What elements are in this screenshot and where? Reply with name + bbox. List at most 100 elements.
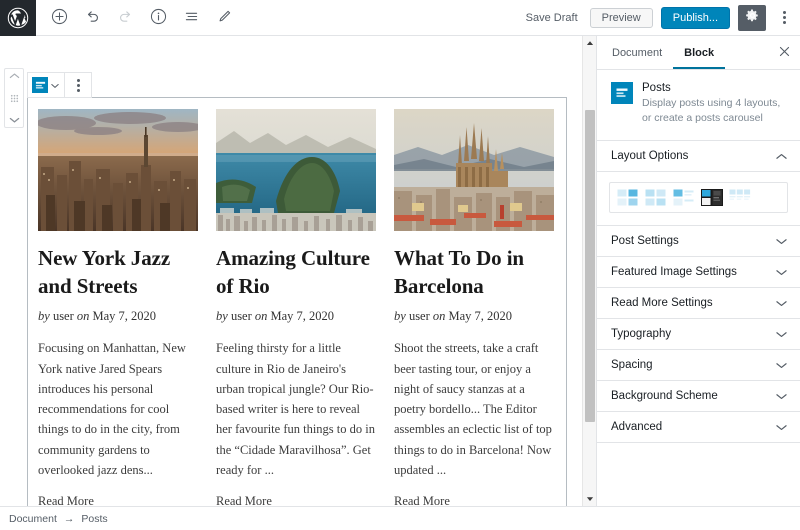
panel-read-more-settings[interactable]: Read More Settings xyxy=(597,288,800,320)
panel-advanced[interactable]: Advanced xyxy=(597,412,800,444)
on-label: on xyxy=(254,309,268,324)
post-title[interactable]: Amazing Culture of Rio xyxy=(216,245,376,300)
read-more-link[interactable]: Read More xyxy=(216,494,376,506)
panel-label: Read More Settings xyxy=(611,297,713,310)
block-toolbar xyxy=(27,72,92,98)
sidebar-tabs: Document Block xyxy=(597,36,800,70)
layout-option-4[interactable] xyxy=(701,189,723,207)
by-label: by xyxy=(38,309,50,324)
post-title[interactable]: New York Jazz and Streets xyxy=(38,245,198,300)
block-card-text: Posts Display posts using 4 layouts, or … xyxy=(642,82,788,126)
by-label: by xyxy=(216,309,228,324)
layout-option-5[interactable] xyxy=(729,189,751,206)
move-block-up-button[interactable] xyxy=(9,72,20,80)
pencil-icon xyxy=(216,8,233,28)
on-label: on xyxy=(76,309,90,324)
plus-circle-icon xyxy=(51,8,68,28)
panel-featured-image-settings[interactable]: Featured Image Settings xyxy=(597,257,800,289)
more-menu-button[interactable] xyxy=(774,5,794,31)
read-more-link[interactable]: Read More xyxy=(38,494,198,506)
info-circle-icon xyxy=(150,8,167,28)
header-tools xyxy=(36,0,235,36)
posts-grid: New York Jazz and Streets by user on May… xyxy=(28,98,566,506)
breadcrumb-document[interactable]: Document xyxy=(9,513,57,525)
post-author: user xyxy=(52,309,74,324)
post-excerpt: Focusing on Manhattan, New York native J… xyxy=(38,341,186,477)
panel-typography[interactable]: Typography xyxy=(597,319,800,351)
panel-background-scheme[interactable]: Background Scheme xyxy=(597,381,800,413)
wordpress-logo-button[interactable] xyxy=(0,0,36,36)
panel-label: Typography xyxy=(611,328,672,341)
tab-block[interactable]: Block xyxy=(673,38,726,69)
post-date: May 7, 2020 xyxy=(448,309,513,324)
settings-sidebar: Document Block Posts Display posts using… xyxy=(596,36,800,506)
editor-header: Save Draft Preview Publish... xyxy=(0,0,800,36)
panel-label: Featured Image Settings xyxy=(611,266,737,279)
panel-label: Layout Options xyxy=(611,150,689,163)
breadcrumb-separator: → xyxy=(63,512,75,525)
drag-handle-icon[interactable] xyxy=(9,93,20,104)
post-excerpt: Feeling thirsty for a little culture in … xyxy=(216,341,375,477)
scroll-up-button[interactable] xyxy=(583,36,596,50)
breadcrumb-posts[interactable]: Posts xyxy=(81,513,107,525)
layout-options-body xyxy=(597,172,800,227)
settings-toggle-button[interactable] xyxy=(738,4,766,31)
posts-block[interactable]: New York Jazz and Streets by user on May… xyxy=(27,97,567,506)
move-block-down-button[interactable] xyxy=(9,116,20,124)
block-type-button[interactable] xyxy=(28,73,65,97)
post-item: Amazing Culture of Rio by user on May 7,… xyxy=(216,109,376,506)
chevron-down-icon xyxy=(776,331,787,338)
panel-post-settings[interactable]: Post Settings xyxy=(597,226,800,258)
chevron-down-icon xyxy=(776,424,787,431)
block-more-options-button[interactable] xyxy=(65,73,91,97)
chevron-down-icon xyxy=(776,393,787,400)
post-excerpt: Shoot the streets, take a craft beer tas… xyxy=(394,341,552,477)
block-card-description: Display posts using 4 layouts, or create… xyxy=(642,97,781,125)
layout-option-2[interactable] xyxy=(645,189,667,206)
post-thumbnail[interactable] xyxy=(38,109,198,231)
save-draft-button[interactable]: Save Draft xyxy=(522,12,582,24)
post-title[interactable]: What To Do in Barcelona xyxy=(394,245,554,300)
chevron-down-icon xyxy=(776,269,787,276)
chevron-down-icon xyxy=(776,362,787,369)
post-item: What To Do in Barcelona by user on May 7… xyxy=(394,109,554,506)
undo-arrow-icon xyxy=(84,8,101,28)
post-thumbnail[interactable] xyxy=(216,109,376,231)
chevron-down-icon xyxy=(776,238,787,245)
layout-option-3[interactable] xyxy=(673,189,695,206)
header-actions: Save Draft Preview Publish... xyxy=(522,0,800,36)
chevron-up-icon xyxy=(776,153,787,160)
vertical-ellipsis-icon xyxy=(782,11,786,24)
publish-button[interactable]: Publish... xyxy=(660,6,730,29)
read-more-link[interactable]: Read More xyxy=(394,494,554,506)
wordpress-logo xyxy=(7,7,29,29)
scroll-down-button[interactable] xyxy=(583,492,596,506)
vertical-ellipsis-icon xyxy=(76,78,80,92)
post-date: May 7, 2020 xyxy=(92,309,157,324)
undo-button[interactable] xyxy=(81,7,103,29)
post-byline: by user on May 7, 2020 xyxy=(394,309,554,324)
scrollbar-thumb[interactable] xyxy=(585,110,595,422)
block-info-card: Posts Display posts using 4 layouts, or … xyxy=(597,70,800,142)
preview-button[interactable]: Preview xyxy=(589,7,653,28)
add-block-button[interactable] xyxy=(48,7,70,29)
content-info-button[interactable] xyxy=(147,7,169,29)
block-navigation-button[interactable] xyxy=(180,7,202,29)
panel-label: Background Scheme xyxy=(611,390,718,403)
layout-option-1[interactable] xyxy=(617,189,639,206)
redo-button[interactable] xyxy=(114,7,136,29)
post-thumbnail[interactable] xyxy=(394,109,554,231)
tab-document[interactable]: Document xyxy=(601,38,673,69)
posts-block-icon xyxy=(611,82,633,104)
editor-footer: Document → Posts xyxy=(0,506,800,530)
panel-layout-options[interactable]: Layout Options xyxy=(597,141,800,173)
close-sidebar-button[interactable] xyxy=(772,41,796,65)
redo-arrow-icon xyxy=(117,8,134,28)
edit-mode-button[interactable] xyxy=(213,7,235,29)
editor-main: New York Jazz and Streets by user on May… xyxy=(0,36,800,506)
post-item: New York Jazz and Streets by user on May… xyxy=(38,109,198,506)
canvas-scrollbar[interactable] xyxy=(582,36,596,506)
panel-spacing[interactable]: Spacing xyxy=(597,350,800,382)
block-card-title: Posts xyxy=(642,82,671,94)
panel-label: Spacing xyxy=(611,359,653,372)
